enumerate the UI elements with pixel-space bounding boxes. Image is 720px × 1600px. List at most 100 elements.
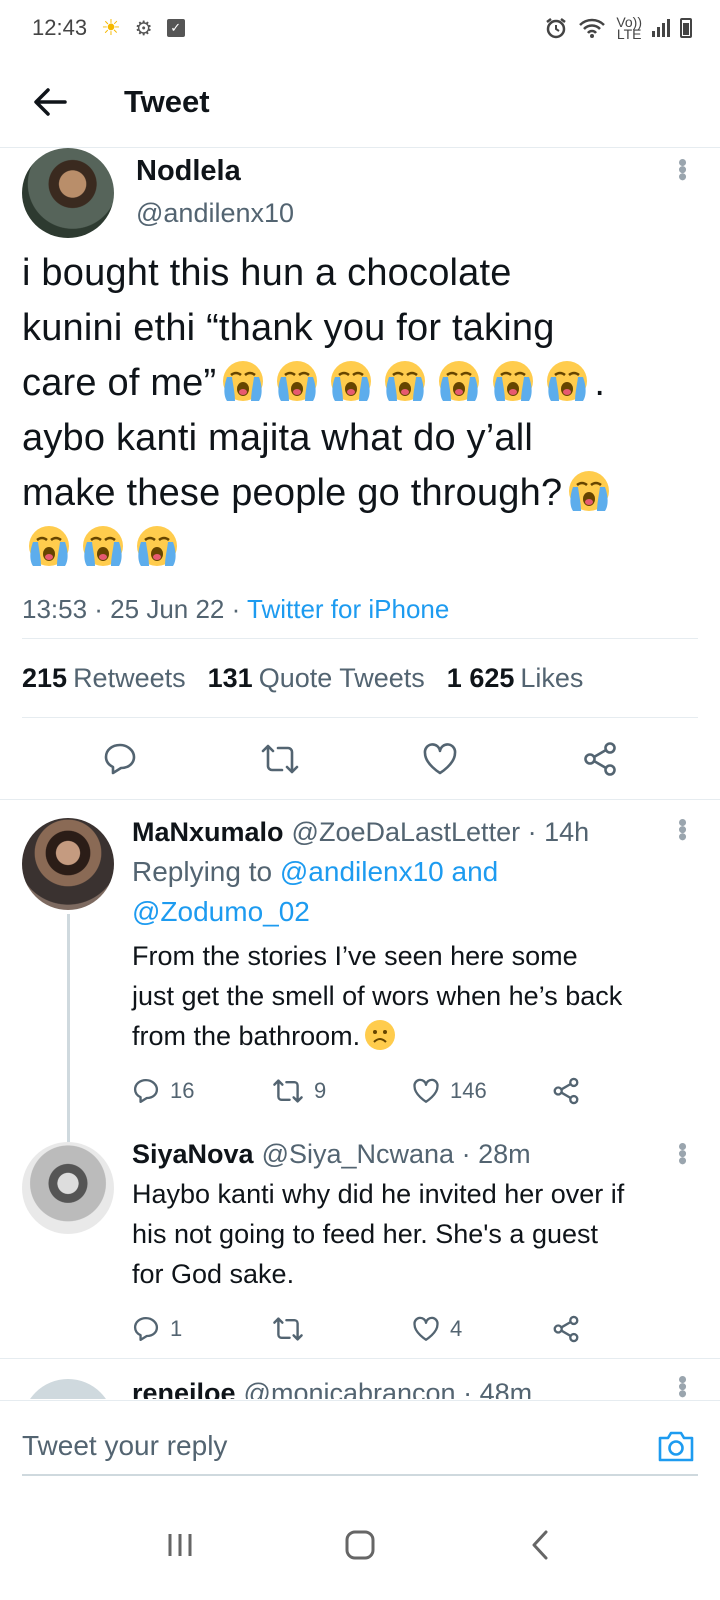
brightness-icon: ☀	[101, 15, 121, 40]
tweet-source-link[interactable]: Twitter for iPhone	[247, 594, 449, 624]
thread-line	[67, 914, 70, 1142]
reply-display-name[interactable]: MaNxumalo	[132, 812, 284, 852]
loudly-crying-emoji-group	[562, 471, 616, 514]
back-button[interactable]	[0, 56, 100, 148]
retweet-button[interactable]: 9	[272, 1077, 412, 1105]
reply-text-line: for God sake.	[132, 1259, 295, 1289]
camera-button[interactable]	[654, 1424, 698, 1468]
tweet-text-line: care of me”	[22, 362, 217, 404]
author-handle[interactable]: @andilenx10	[136, 194, 294, 232]
reply-tweet[interactable]: ••• MaNxumalo @ZoeDaLastLetter · 14h Rep…	[0, 800, 720, 1142]
reply-tweet[interactable]: ••• reneiloe @monicabrancon · 48m	[0, 1359, 720, 1399]
retweet-count: 9	[314, 1078, 327, 1103]
signal-strength-icon	[652, 19, 670, 37]
heart-icon	[413, 1316, 439, 1341]
share-icon	[553, 1315, 579, 1343]
chevron-left-icon	[532, 1530, 548, 1560]
wifi-icon	[579, 18, 606, 38]
loudly-crying-face-emoji	[137, 526, 177, 566]
reply-count: 1	[170, 1316, 183, 1341]
status-time: 12:43	[32, 15, 88, 40]
loudly-crying-face-emoji	[547, 361, 588, 401]
replying-to-link[interactable]: @Zodumo_02	[132, 896, 310, 927]
more-options-icon[interactable]: •••	[667, 148, 698, 238]
arrow-left-icon	[34, 87, 67, 116]
reply-display-name[interactable]: SiyaNova	[132, 1134, 254, 1174]
share-icon	[553, 1077, 579, 1105]
reply-handle[interactable]: @monicabrancon	[244, 1373, 456, 1399]
reply-time: · 48m	[463, 1378, 533, 1399]
like-button[interactable]: 4	[412, 1316, 552, 1342]
reply-button[interactable]: 16	[132, 1077, 272, 1105]
volte-bottom-label: LTE	[616, 26, 642, 42]
loudly-crying-face-emoji	[29, 526, 69, 566]
home-icon	[345, 1530, 375, 1560]
likes-count: 1 625	[446, 662, 515, 693]
likes-stat[interactable]: 1 625 Likes	[447, 663, 584, 694]
reply-actions: 16 9 146	[132, 1066, 698, 1116]
reply-text-line: his not going to feed her. She's a guest	[132, 1219, 598, 1249]
reply-header: MaNxumalo @ZoeDaLastLetter · 14h	[132, 812, 698, 852]
like-count: 146	[450, 1078, 487, 1103]
loudly-crying-face-emoji	[493, 361, 534, 401]
reply-author-avatar[interactable]	[22, 1379, 114, 1399]
share-button[interactable]	[552, 1077, 580, 1105]
retweet-icon	[273, 1317, 303, 1341]
tweet-timestamp: 13:53 · 25 Jun 22 · Twitter for iPhone	[0, 580, 720, 638]
status-bar: 12:43 ☀ ⚙ ✓ Vo)) LTE	[0, 0, 720, 56]
page-title: Tweet	[124, 83, 210, 119]
like-button[interactable]: 146	[412, 1078, 552, 1104]
reply-display-name[interactable]: reneiloe	[132, 1373, 236, 1399]
reply-author-avatar[interactable]	[22, 818, 114, 910]
replying-to-link[interactable]: @andilenx10 and	[280, 856, 498, 887]
tweet-text-line: make these people go through?	[22, 472, 563, 514]
retweet-button[interactable]	[256, 735, 304, 783]
loudly-crying-face-emoji	[331, 361, 372, 401]
reply-icon	[133, 1316, 159, 1342]
tweet-time: 13:53 · 25 Jun 22 ·	[22, 594, 248, 624]
quote-tweets-stat[interactable]: 131 Quote Tweets	[208, 663, 425, 694]
tweet-text-line: aybo kanti majita what do y’all	[22, 417, 534, 459]
likes-label: Likes	[520, 662, 584, 693]
tweet-stats: 215 Retweets 131 Quote Tweets 1 625 Likes	[0, 639, 720, 717]
recent-apps-button[interactable]	[150, 1515, 210, 1575]
home-button[interactable]	[330, 1515, 390, 1575]
tweet-text: i bought this hun a chocolate kunini eth…	[0, 238, 720, 576]
reply-count: 16	[170, 1078, 195, 1103]
heart-icon	[423, 742, 457, 774]
share-button[interactable]	[552, 1315, 580, 1343]
recent-apps-icon	[168, 1534, 192, 1556]
like-button[interactable]	[416, 735, 464, 783]
top-app-bar: Tweet	[0, 56, 720, 148]
reply-text-line: from the bathroom.	[132, 1021, 361, 1051]
retweet-button[interactable]	[272, 1315, 412, 1343]
tweet-text-line: i bought this hun a chocolate	[22, 252, 512, 294]
reply-handle[interactable]: @ZoeDaLastLetter	[292, 812, 521, 852]
share-button[interactable]	[576, 735, 624, 783]
battery-icon	[680, 18, 692, 38]
camera-icon	[658, 1431, 694, 1461]
reply-author-avatar[interactable]	[22, 1142, 114, 1234]
volte-indicator: Vo)) LTE	[616, 15, 642, 42]
author-avatar[interactable]	[22, 148, 114, 238]
checkbox-notification-icon: ✓	[166, 19, 185, 37]
reply-handle[interactable]: @Siya_Ncwana	[262, 1134, 455, 1174]
system-back-button[interactable]	[510, 1515, 570, 1575]
reply-input[interactable]	[22, 1415, 654, 1476]
reply-text-line: From the stories I’ve seen here some	[132, 941, 578, 971]
reply-text: Haybo kanti why did he invited her over …	[132, 1174, 698, 1294]
loudly-crying-face-emoji	[223, 361, 264, 401]
reply-button[interactable]	[96, 735, 144, 783]
reply-actions: 1 4	[132, 1304, 698, 1354]
retweets-stat[interactable]: 215 Retweets	[22, 663, 186, 694]
loudly-crying-face-emoji	[277, 361, 318, 401]
quote-tweets-count: 131	[207, 662, 253, 693]
reply-button[interactable]: 1	[132, 1315, 272, 1343]
reply-composer	[0, 1400, 720, 1490]
quote-tweets-label: Quote Tweets	[258, 662, 425, 693]
reply-tweet[interactable]: ••• SiyaNova @Siya_Ncwana · 28m Haybo ka…	[0, 1126, 720, 1358]
author-display-name[interactable]: Nodlela	[136, 152, 294, 190]
frowning-face-emoji	[365, 1020, 396, 1050]
replying-to: Replying to @andilenx10 and @Zodumo_02	[132, 852, 698, 932]
heart-icon	[413, 1078, 439, 1103]
